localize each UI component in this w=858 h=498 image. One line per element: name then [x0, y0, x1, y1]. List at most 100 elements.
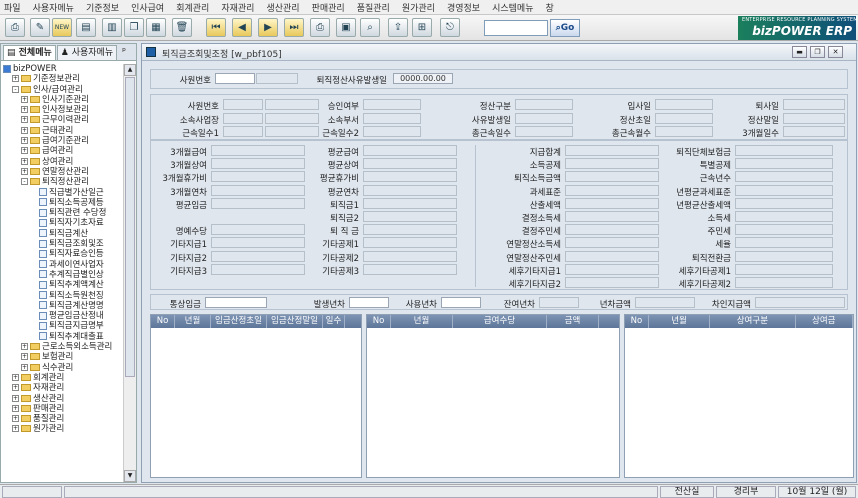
- tree-item[interactable]: + 상여관리: [3, 157, 122, 167]
- tree-item[interactable]: 과세이연사업자: [3, 260, 122, 270]
- allowance-grid[interactable]: No 년월 급여수당 금액: [366, 314, 620, 478]
- prev-icon[interactable]: ◀: [232, 18, 252, 37]
- menu-item-6[interactable]: 생산관리: [266, 1, 299, 14]
- g1-col-1[interactable]: 년월: [175, 315, 211, 328]
- tree-item[interactable]: 추계직급별인상: [3, 270, 122, 280]
- tree-item[interactable]: + 급여관리: [3, 146, 122, 156]
- expand-icon[interactable]: +: [21, 137, 28, 145]
- open-icon[interactable]: ⎙: [5, 18, 25, 37]
- menu-item-3[interactable]: 인사급여: [131, 1, 164, 14]
- g2-col-1[interactable]: 년월: [391, 315, 453, 328]
- scroll-down-icon[interactable]: ▼: [124, 470, 136, 482]
- excel-icon[interactable]: ⊞: [412, 18, 432, 37]
- tree-item[interactable]: + 근태관리: [3, 126, 122, 136]
- menu-item-10[interactable]: 경영정보: [447, 1, 480, 14]
- tree-item[interactable]: 평균임금산정내: [3, 311, 122, 321]
- tree-item[interactable]: 퇴직소득공제등: [3, 198, 122, 208]
- bonus-grid[interactable]: No 년월 상여구분 상여금: [624, 314, 854, 478]
- scroll-up-icon[interactable]: ▲: [124, 64, 136, 76]
- menu-item-0[interactable]: 파일: [4, 1, 21, 14]
- tree-item[interactable]: + 근무이력관리: [3, 115, 122, 125]
- tree-item[interactable]: + 회계관리: [3, 373, 122, 383]
- expand-icon[interactable]: +: [12, 373, 19, 381]
- tab-all-menu[interactable]: ▤ 전체메뉴: [3, 44, 56, 60]
- expand-icon[interactable]: +: [21, 363, 28, 371]
- tree-scrollbar[interactable]: ▲ ▼: [123, 64, 136, 482]
- tree-item[interactable]: 퇴직금조회및조: [3, 239, 122, 250]
- exit-icon[interactable]: ⎋: [440, 18, 460, 37]
- expand-icon[interactable]: +: [21, 353, 28, 361]
- g1-col-0[interactable]: No: [151, 315, 175, 328]
- expand-icon[interactable]: +: [12, 394, 19, 402]
- collapse-icon[interactable]: -: [12, 85, 19, 93]
- expand-icon[interactable]: +: [21, 343, 28, 351]
- tree-item[interactable]: 퇴직금계산: [3, 229, 122, 239]
- tree-item[interactable]: + 식수관리: [3, 363, 122, 373]
- insert-icon[interactable]: ▤: [76, 18, 96, 37]
- expand-icon[interactable]: +: [12, 75, 19, 83]
- g3-col-1[interactable]: 년월: [649, 315, 711, 328]
- tree-item[interactable]: 퇴직자료승인등: [3, 249, 122, 259]
- tree-item[interactable]: 퇴직자기초자료: [3, 218, 122, 228]
- expand-icon[interactable]: +: [12, 415, 19, 423]
- g1-col-3[interactable]: 임금산정말일: [267, 315, 323, 328]
- search-input[interactable]: [484, 20, 548, 36]
- tree-item[interactable]: - 퇴직정산관리: [3, 177, 122, 187]
- export-icon[interactable]: ⇪: [388, 18, 408, 37]
- tree-item[interactable]: + 기준정보관리: [3, 74, 122, 84]
- trash-icon[interactable]: 🗑: [172, 18, 192, 37]
- tree-item[interactable]: + 연말정산관리: [3, 167, 122, 177]
- tree-item[interactable]: + 인사정보관리: [3, 105, 122, 115]
- tree-item[interactable]: + 보험관리: [3, 352, 122, 362]
- filter-emp-code-field[interactable]: [215, 73, 255, 84]
- tree-item[interactable]: bizPOWER: [3, 64, 122, 74]
- paste-icon[interactable]: ▦: [146, 18, 166, 37]
- copy-icon[interactable]: ❐: [124, 18, 144, 37]
- last-icon[interactable]: ⏭: [284, 18, 304, 37]
- period-grid[interactable]: No 년월 임금산정초일 임금산정말일 일수: [150, 314, 362, 478]
- summary-field-1[interactable]: [349, 297, 389, 308]
- menu-item-11[interactable]: 시스템메뉴: [492, 1, 533, 14]
- expand-icon[interactable]: +: [12, 404, 19, 412]
- expand-icon[interactable]: +: [21, 95, 28, 103]
- g2-col-0[interactable]: No: [367, 315, 391, 328]
- filter-date-field[interactable]: 0000.00.00: [393, 73, 453, 84]
- tree-item[interactable]: + 급여기준관리: [3, 136, 122, 146]
- delete-row-icon[interactable]: ▥: [102, 18, 122, 37]
- menu-item-1[interactable]: 사용자메뉴: [33, 1, 74, 14]
- close-button[interactable]: ✕: [828, 46, 843, 58]
- tree-item[interactable]: 퇴직금계산명명: [3, 301, 122, 311]
- menu-item-5[interactable]: 자재관리: [221, 1, 254, 14]
- g3-col-2[interactable]: 상여구분: [710, 315, 796, 328]
- summary-field-2[interactable]: [441, 297, 481, 308]
- g2-col-2[interactable]: 급여수당: [453, 315, 547, 328]
- edit-icon[interactable]: ✎: [30, 18, 50, 37]
- go-button[interactable]: ⌕Go: [550, 19, 580, 37]
- pin-icon[interactable]: ᵖ: [122, 47, 126, 57]
- expand-icon[interactable]: +: [12, 384, 19, 392]
- search-doc-icon[interactable]: ⌕: [360, 18, 380, 37]
- menu-item-9[interactable]: 원가관리: [402, 1, 435, 14]
- menu-item-12[interactable]: 창: [546, 1, 554, 14]
- expand-icon[interactable]: +: [21, 157, 28, 165]
- tree-item[interactable]: + 생산관리: [3, 394, 122, 404]
- g1-col-4[interactable]: 일수: [323, 315, 345, 328]
- tree-item[interactable]: 퇴직금지급명부: [3, 321, 122, 331]
- tree-item[interactable]: 퇴직소득원천징: [3, 291, 122, 301]
- tree-item[interactable]: 퇴직관련 수당정: [3, 208, 122, 218]
- restore-button[interactable]: ❐: [810, 46, 825, 58]
- expand-icon[interactable]: +: [12, 425, 19, 433]
- minimize-button[interactable]: ▬: [792, 46, 807, 58]
- menu-item-8[interactable]: 품질관리: [357, 1, 390, 14]
- summary-field-0[interactable]: [205, 297, 267, 308]
- tree-item[interactable]: + 판매관리: [3, 404, 122, 414]
- tree-item[interactable]: 퇴직추계대출표: [3, 332, 122, 342]
- expand-icon[interactable]: +: [21, 106, 28, 114]
- first-icon[interactable]: ⏮: [206, 18, 226, 37]
- tab-user-menu[interactable]: ♟ 사용자메뉴: [56, 44, 118, 60]
- tree-item[interactable]: + 원가관리: [3, 424, 122, 434]
- print-icon[interactable]: ⎙: [310, 18, 330, 37]
- tree-item[interactable]: 퇴직추계액계산: [3, 280, 122, 290]
- tree-item[interactable]: + 근로소득외소득관리: [3, 342, 122, 352]
- collapse-icon[interactable]: -: [21, 178, 28, 186]
